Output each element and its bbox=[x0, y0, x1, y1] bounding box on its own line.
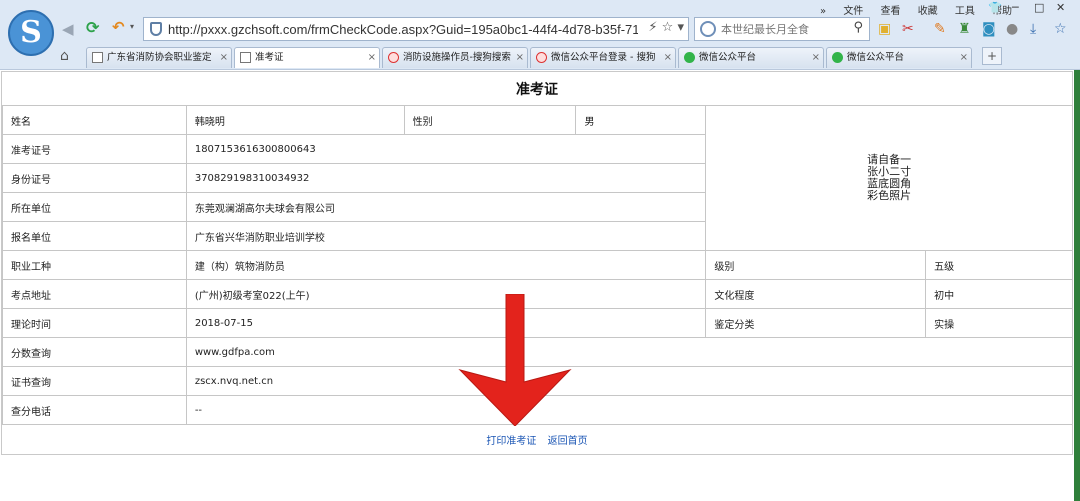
menu-more-icon[interactable]: » bbox=[820, 6, 826, 17]
skin-icon[interactable]: 👕 bbox=[988, 1, 1002, 14]
action-links: 打印准考证 返回首页 bbox=[2, 432, 1072, 447]
address-bar-icons[interactable]: ⚡ ☆ ▾ bbox=[648, 20, 684, 35]
game-icon[interactable]: ♜ bbox=[958, 21, 971, 37]
employer-label: 所在单位 bbox=[2, 192, 187, 222]
dot-icon[interactable]: ● bbox=[1006, 21, 1018, 37]
score-phone-label: 查分电话 bbox=[2, 395, 187, 425]
print-ticket-link[interactable]: 打印准考证 bbox=[486, 436, 536, 447]
theory-time-value: 2018-07-15 bbox=[185, 308, 707, 338]
tab-label: 微信公众平台登录 - 搜狗 bbox=[551, 52, 656, 63]
tab-wechat-login[interactable]: 微信公众平台登录 - 搜狗 × bbox=[530, 47, 676, 68]
certificate-query-value: zscx.nvq.net.cn bbox=[185, 366, 1074, 396]
browser-toolbar: S ◀ ⟳ ↶ ▾ http://pxxx.gzchsoft.com/frmCh… bbox=[0, 0, 1080, 70]
sogou-icon bbox=[536, 52, 547, 63]
screenshot-icon[interactable]: ✂ bbox=[902, 21, 914, 37]
download-icon[interactable]: ⤓ bbox=[1030, 21, 1036, 37]
extension-icon[interactable]: ▣ bbox=[878, 21, 891, 37]
menu-tools[interactable]: 工具 bbox=[955, 6, 975, 17]
apply-unit-label: 报名单位 bbox=[2, 221, 187, 251]
table-row: 职业工种 建（构）筑物消防员 级别 五级 bbox=[2, 250, 1073, 280]
photo-note-line: 彩色照片 bbox=[867, 189, 912, 202]
menu-favorites[interactable]: 收藏 bbox=[918, 6, 938, 17]
sogou-icon bbox=[388, 52, 399, 63]
menu-file[interactable]: 文件 bbox=[843, 6, 863, 17]
level-label: 级别 bbox=[705, 250, 927, 280]
tab-label: 微信公众平台 bbox=[847, 52, 905, 63]
search-box[interactable]: ⚲ bbox=[694, 17, 870, 41]
ticket-number-label: 准考证号 bbox=[2, 134, 187, 164]
minimize-icon[interactable]: ─ bbox=[1012, 1, 1019, 14]
score-phone-value: -- bbox=[185, 395, 1074, 425]
search-input[interactable] bbox=[721, 20, 841, 38]
tab-admission-ticket[interactable]: 准考证 × bbox=[234, 47, 380, 68]
category-label: 鉴定分类 bbox=[705, 308, 927, 338]
id-number-value: 370829198310034932 bbox=[185, 163, 707, 193]
apply-unit-value: 广东省兴华消防职业培训学校 bbox=[185, 221, 707, 251]
maximize-icon[interactable]: □ bbox=[1034, 1, 1044, 14]
name-label: 姓名 bbox=[2, 105, 187, 135]
tab-close-icon[interactable]: × bbox=[368, 48, 376, 68]
id-number-label: 身份证号 bbox=[2, 163, 187, 193]
refresh-icon[interactable]: ⟳ bbox=[86, 18, 99, 37]
pen-icon[interactable]: ✎ bbox=[934, 21, 946, 37]
page-icon bbox=[92, 52, 103, 63]
tab-bar: ⌂ 广东省消防协会职业鉴定 × 准考证 × 消防设施操作员-搜狗搜索 × 微信公… bbox=[0, 44, 1080, 70]
category-value: 实操 bbox=[925, 308, 1073, 338]
page-content: 准考证 姓名 韩晓明 性别 男 请自备一 张小二寸 蓝底圆角 彩色照片 准考证号… bbox=[0, 70, 1080, 501]
return-home-link[interactable]: 返回首页 bbox=[548, 436, 588, 447]
search-icon[interactable]: ⚲ bbox=[853, 20, 863, 35]
chat-icon[interactable]: ◙ bbox=[982, 21, 996, 37]
gender-label: 性别 bbox=[403, 105, 577, 135]
tab-label: 广东省消防协会职业鉴定 bbox=[107, 52, 212, 63]
gender-value: 男 bbox=[575, 105, 707, 135]
undo-icon[interactable]: ↶ bbox=[112, 18, 125, 36]
tab-wechat-platform[interactable]: 微信公众平台 × bbox=[678, 47, 824, 68]
admission-ticket-card: 准考证 姓名 韩晓明 性别 男 请自备一 张小二寸 蓝底圆角 彩色照片 准考证号… bbox=[1, 71, 1074, 455]
ticket-number-value: 1807153616300800643 bbox=[185, 134, 707, 164]
score-query-label: 分数查询 bbox=[2, 337, 187, 367]
tab-label: 微信公众平台 bbox=[699, 52, 757, 63]
page-title: 准考证 bbox=[516, 82, 558, 98]
page-icon bbox=[240, 52, 251, 63]
undo-dropdown-icon[interactable]: ▾ bbox=[130, 22, 134, 31]
url-text[interactable]: http://pxxx.gzchsoft.com/frmCheckCode.as… bbox=[168, 21, 638, 39]
certificate-query-label: 证书查询 bbox=[2, 366, 187, 396]
tab-association[interactable]: 广东省消防协会职业鉴定 × bbox=[86, 47, 232, 68]
tab-label: 准考证 bbox=[255, 52, 284, 63]
exam-site-value: (广州)初级考室022(上午) bbox=[185, 279, 707, 309]
address-bar[interactable]: http://pxxx.gzchsoft.com/frmCheckCode.as… bbox=[143, 17, 689, 41]
name-value: 韩晓明 bbox=[185, 105, 405, 135]
tab-close-icon[interactable]: × bbox=[812, 48, 820, 68]
red-down-arrow-icon bbox=[458, 294, 572, 426]
theory-time-label: 理论时间 bbox=[2, 308, 187, 338]
photo-placeholder: 请自备一 张小二寸 蓝底圆角 彩色照片 bbox=[705, 105, 1073, 251]
employer-value: 东莞观澜湖高尔夫球会有限公司 bbox=[185, 192, 707, 222]
level-value: 五级 bbox=[925, 250, 1073, 280]
tab-wechat-platform-2[interactable]: 微信公众平台 × bbox=[826, 47, 972, 68]
table-row: 姓名 韩晓明 性别 男 请自备一 张小二寸 蓝底圆角 彩色照片 bbox=[2, 105, 1073, 251]
tab-sogou-search[interactable]: 消防设施操作员-搜狗搜索 × bbox=[382, 47, 528, 68]
desktop-edge bbox=[1074, 70, 1080, 501]
favorite-star-icon[interactable]: ☆ bbox=[1054, 21, 1067, 37]
exam-site-label: 考点地址 bbox=[2, 279, 187, 309]
job-type-value: 建（构）筑物消防员 bbox=[185, 250, 707, 280]
education-label: 文化程度 bbox=[705, 279, 927, 309]
home-icon[interactable]: ⌂ bbox=[60, 48, 69, 64]
new-tab-button[interactable]: + bbox=[982, 47, 1002, 65]
close-window-icon[interactable]: ✕ bbox=[1056, 1, 1065, 14]
wechat-icon bbox=[832, 52, 843, 63]
security-shield-icon[interactable] bbox=[150, 22, 162, 36]
job-type-label: 职业工种 bbox=[2, 250, 187, 280]
tab-label: 消防设施操作员-搜狗搜索 bbox=[403, 52, 511, 63]
tab-close-icon[interactable]: × bbox=[664, 48, 672, 68]
tab-close-icon[interactable]: × bbox=[516, 48, 524, 68]
tab-close-icon[interactable]: × bbox=[220, 48, 228, 68]
back-arrow-icon[interactable]: ◀ bbox=[62, 20, 74, 38]
score-query-value: www.gdfpa.com bbox=[185, 337, 1074, 367]
education-value: 初中 bbox=[925, 279, 1073, 309]
search-engine-icon[interactable] bbox=[700, 21, 716, 37]
menu-view[interactable]: 查看 bbox=[881, 6, 901, 17]
tab-close-icon[interactable]: × bbox=[960, 48, 968, 68]
wechat-icon bbox=[684, 52, 695, 63]
